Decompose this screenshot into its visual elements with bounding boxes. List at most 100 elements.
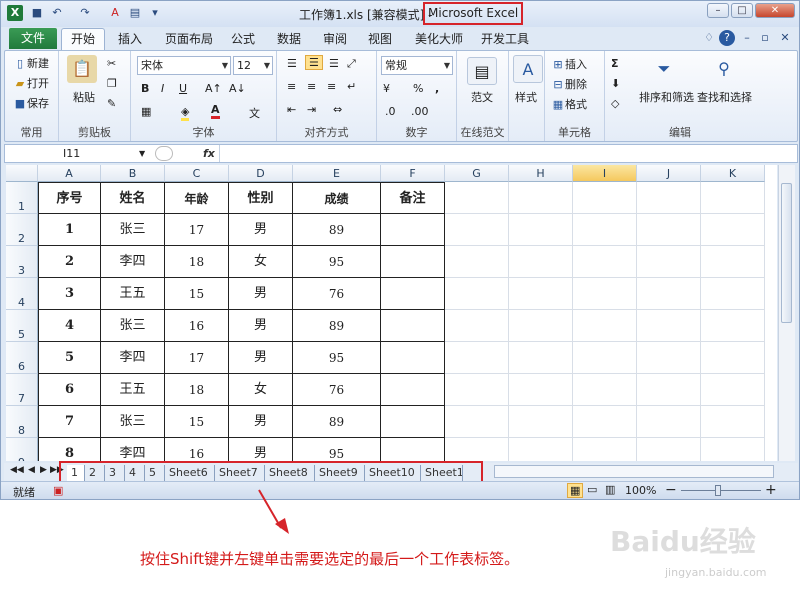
table-cell[interactable]: 7: [38, 406, 101, 438]
table-cell[interactable]: 王五: [101, 374, 165, 406]
empty-cell[interactable]: [701, 182, 765, 214]
find-select-button[interactable]: 查找和选择: [697, 89, 752, 105]
table-cell[interactable]: 16: [165, 310, 229, 342]
table-header-cell[interactable]: 成绩: [293, 182, 381, 214]
empty-cell[interactable]: [637, 374, 701, 406]
decrease-indent-icon[interactable]: ⇤: [287, 103, 296, 116]
merge-center-icon[interactable]: ⇔: [333, 103, 342, 116]
maximize-icon[interactable]: □: [731, 3, 753, 18]
empty-cell[interactable]: [637, 406, 701, 438]
column-header-g[interactable]: G: [445, 165, 509, 182]
empty-cell[interactable]: [637, 438, 701, 461]
table-cell[interactable]: 张三: [101, 310, 165, 342]
tab-formulas[interactable]: 公式: [231, 30, 255, 47]
empty-cell[interactable]: [573, 406, 637, 438]
font-color-icon[interactable]: A: [107, 5, 123, 21]
table-cell[interactable]: 18: [165, 246, 229, 278]
table-cell[interactable]: 5: [38, 342, 101, 374]
next-sheet-icon[interactable]: ▶: [40, 465, 47, 475]
empty-cell[interactable]: [445, 342, 509, 374]
align-center-icon[interactable]: ≡: [307, 80, 316, 93]
table-header-cell[interactable]: 年龄: [165, 182, 229, 214]
empty-cell[interactable]: [445, 310, 509, 342]
comma-button[interactable]: ,: [435, 82, 439, 95]
table-cell[interactable]: 王五: [101, 278, 165, 310]
table-cell[interactable]: 女: [229, 374, 293, 406]
align-bottom-icon[interactable]: ☰: [329, 57, 339, 70]
wrap-text-icon[interactable]: ↵: [347, 80, 356, 93]
delete-cells-button[interactable]: ⊟ 删除: [551, 76, 587, 92]
empty-cell[interactable]: [445, 406, 509, 438]
empty-cell[interactable]: [701, 438, 765, 461]
collapse-ribbon-icon[interactable]: ♢: [701, 30, 717, 46]
row-header-7[interactable]: 7: [6, 374, 38, 406]
column-header-a[interactable]: A: [38, 165, 101, 182]
scroll-thumb[interactable]: [781, 183, 792, 323]
table-cell[interactable]: 95: [293, 342, 381, 374]
zoom-slider-thumb[interactable]: [715, 485, 721, 496]
page-layout-view-icon[interactable]: ▭: [587, 483, 597, 496]
table-cell[interactable]: 89: [293, 214, 381, 246]
row-header-3[interactable]: 3: [6, 246, 38, 278]
insert-cells-button[interactable]: ⊞ 插入: [551, 56, 587, 72]
empty-cell[interactable]: [509, 214, 573, 246]
table-cell[interactable]: 17: [165, 342, 229, 374]
tab-developer[interactable]: 开发工具: [481, 30, 529, 47]
empty-cell[interactable]: [701, 342, 765, 374]
row-header-5[interactable]: 5: [6, 310, 38, 342]
empty-cell[interactable]: [445, 438, 509, 461]
worksheet-grid[interactable]: A B C D E F G H I J K 1 序号 姓名 年龄 性别 成绩 备注 2 1 张三 17 男 89 3 2 李四 18 女…: [6, 165, 777, 461]
font-size-select[interactable]: 12 ▼: [233, 56, 273, 75]
empty-cell[interactable]: [445, 278, 509, 310]
empty-cell[interactable]: [701, 246, 765, 278]
table-cell[interactable]: 95: [293, 438, 381, 461]
align-middle-icon[interactable]: ☰: [305, 55, 323, 70]
table-cell[interactable]: 李四: [101, 246, 165, 278]
italic-button[interactable]: I: [161, 82, 164, 95]
align-top-icon[interactable]: ☰: [287, 57, 297, 70]
border-icon[interactable]: ▦: [141, 105, 151, 118]
empty-cell[interactable]: [701, 310, 765, 342]
empty-cell[interactable]: [573, 182, 637, 214]
styles-button[interactable]: 样式: [515, 89, 537, 105]
formula-input[interactable]: [219, 145, 795, 162]
ribbon-restore-icon[interactable]: ▫: [757, 30, 773, 46]
save-button[interactable]: ■ 保存: [13, 95, 49, 111]
table-cell[interactable]: [381, 246, 445, 278]
format-painter-icon[interactable]: ✎: [107, 97, 116, 110]
table-cell[interactable]: [381, 214, 445, 246]
table-cell[interactable]: [381, 374, 445, 406]
tab-beautify[interactable]: 美化大师: [415, 30, 463, 47]
table-cell[interactable]: 76: [293, 374, 381, 406]
number-format-select[interactable]: 常规 ▼: [381, 56, 453, 75]
row-header-9[interactable]: 9: [6, 438, 38, 461]
table-header-cell[interactable]: 性别: [229, 182, 293, 214]
cut-icon[interactable]: ✂: [107, 57, 116, 70]
format-cells-button[interactable]: ▦ 格式: [551, 96, 587, 112]
select-all-corner[interactable]: [6, 165, 38, 182]
horizontal-scrollbar[interactable]: [494, 465, 774, 478]
table-cell[interactable]: 3: [38, 278, 101, 310]
column-header-j[interactable]: J: [637, 165, 701, 182]
close-icon[interactable]: ✕: [755, 3, 795, 18]
percent-button[interactable]: %: [413, 82, 423, 95]
table-cell[interactable]: 6: [38, 374, 101, 406]
table-cell[interactable]: 16: [165, 438, 229, 461]
copy-icon[interactable]: ❐: [107, 77, 117, 90]
table-cell[interactable]: [381, 278, 445, 310]
open-button[interactable]: ▰ 打开: [13, 75, 49, 91]
increase-indent-icon[interactable]: ⇥: [307, 103, 316, 116]
empty-cell[interactable]: [573, 278, 637, 310]
empty-cell[interactable]: [637, 214, 701, 246]
row-header-8[interactable]: 8: [6, 406, 38, 438]
phonetic-icon[interactable]: 文: [249, 105, 260, 121]
table-cell[interactable]: 男: [229, 214, 293, 246]
align-right-icon[interactable]: ≡: [327, 80, 336, 93]
first-sheet-icon[interactable]: ◀◀: [10, 465, 24, 475]
table-header-cell[interactable]: 序号: [38, 182, 101, 214]
paste-button[interactable]: 粘贴: [73, 89, 95, 105]
shrink-font-icon[interactable]: A↓: [229, 82, 246, 95]
empty-cell[interactable]: [509, 438, 573, 461]
paste-icon[interactable]: 📋: [67, 55, 97, 83]
sort-filter-button[interactable]: 排序和筛选: [639, 89, 694, 105]
